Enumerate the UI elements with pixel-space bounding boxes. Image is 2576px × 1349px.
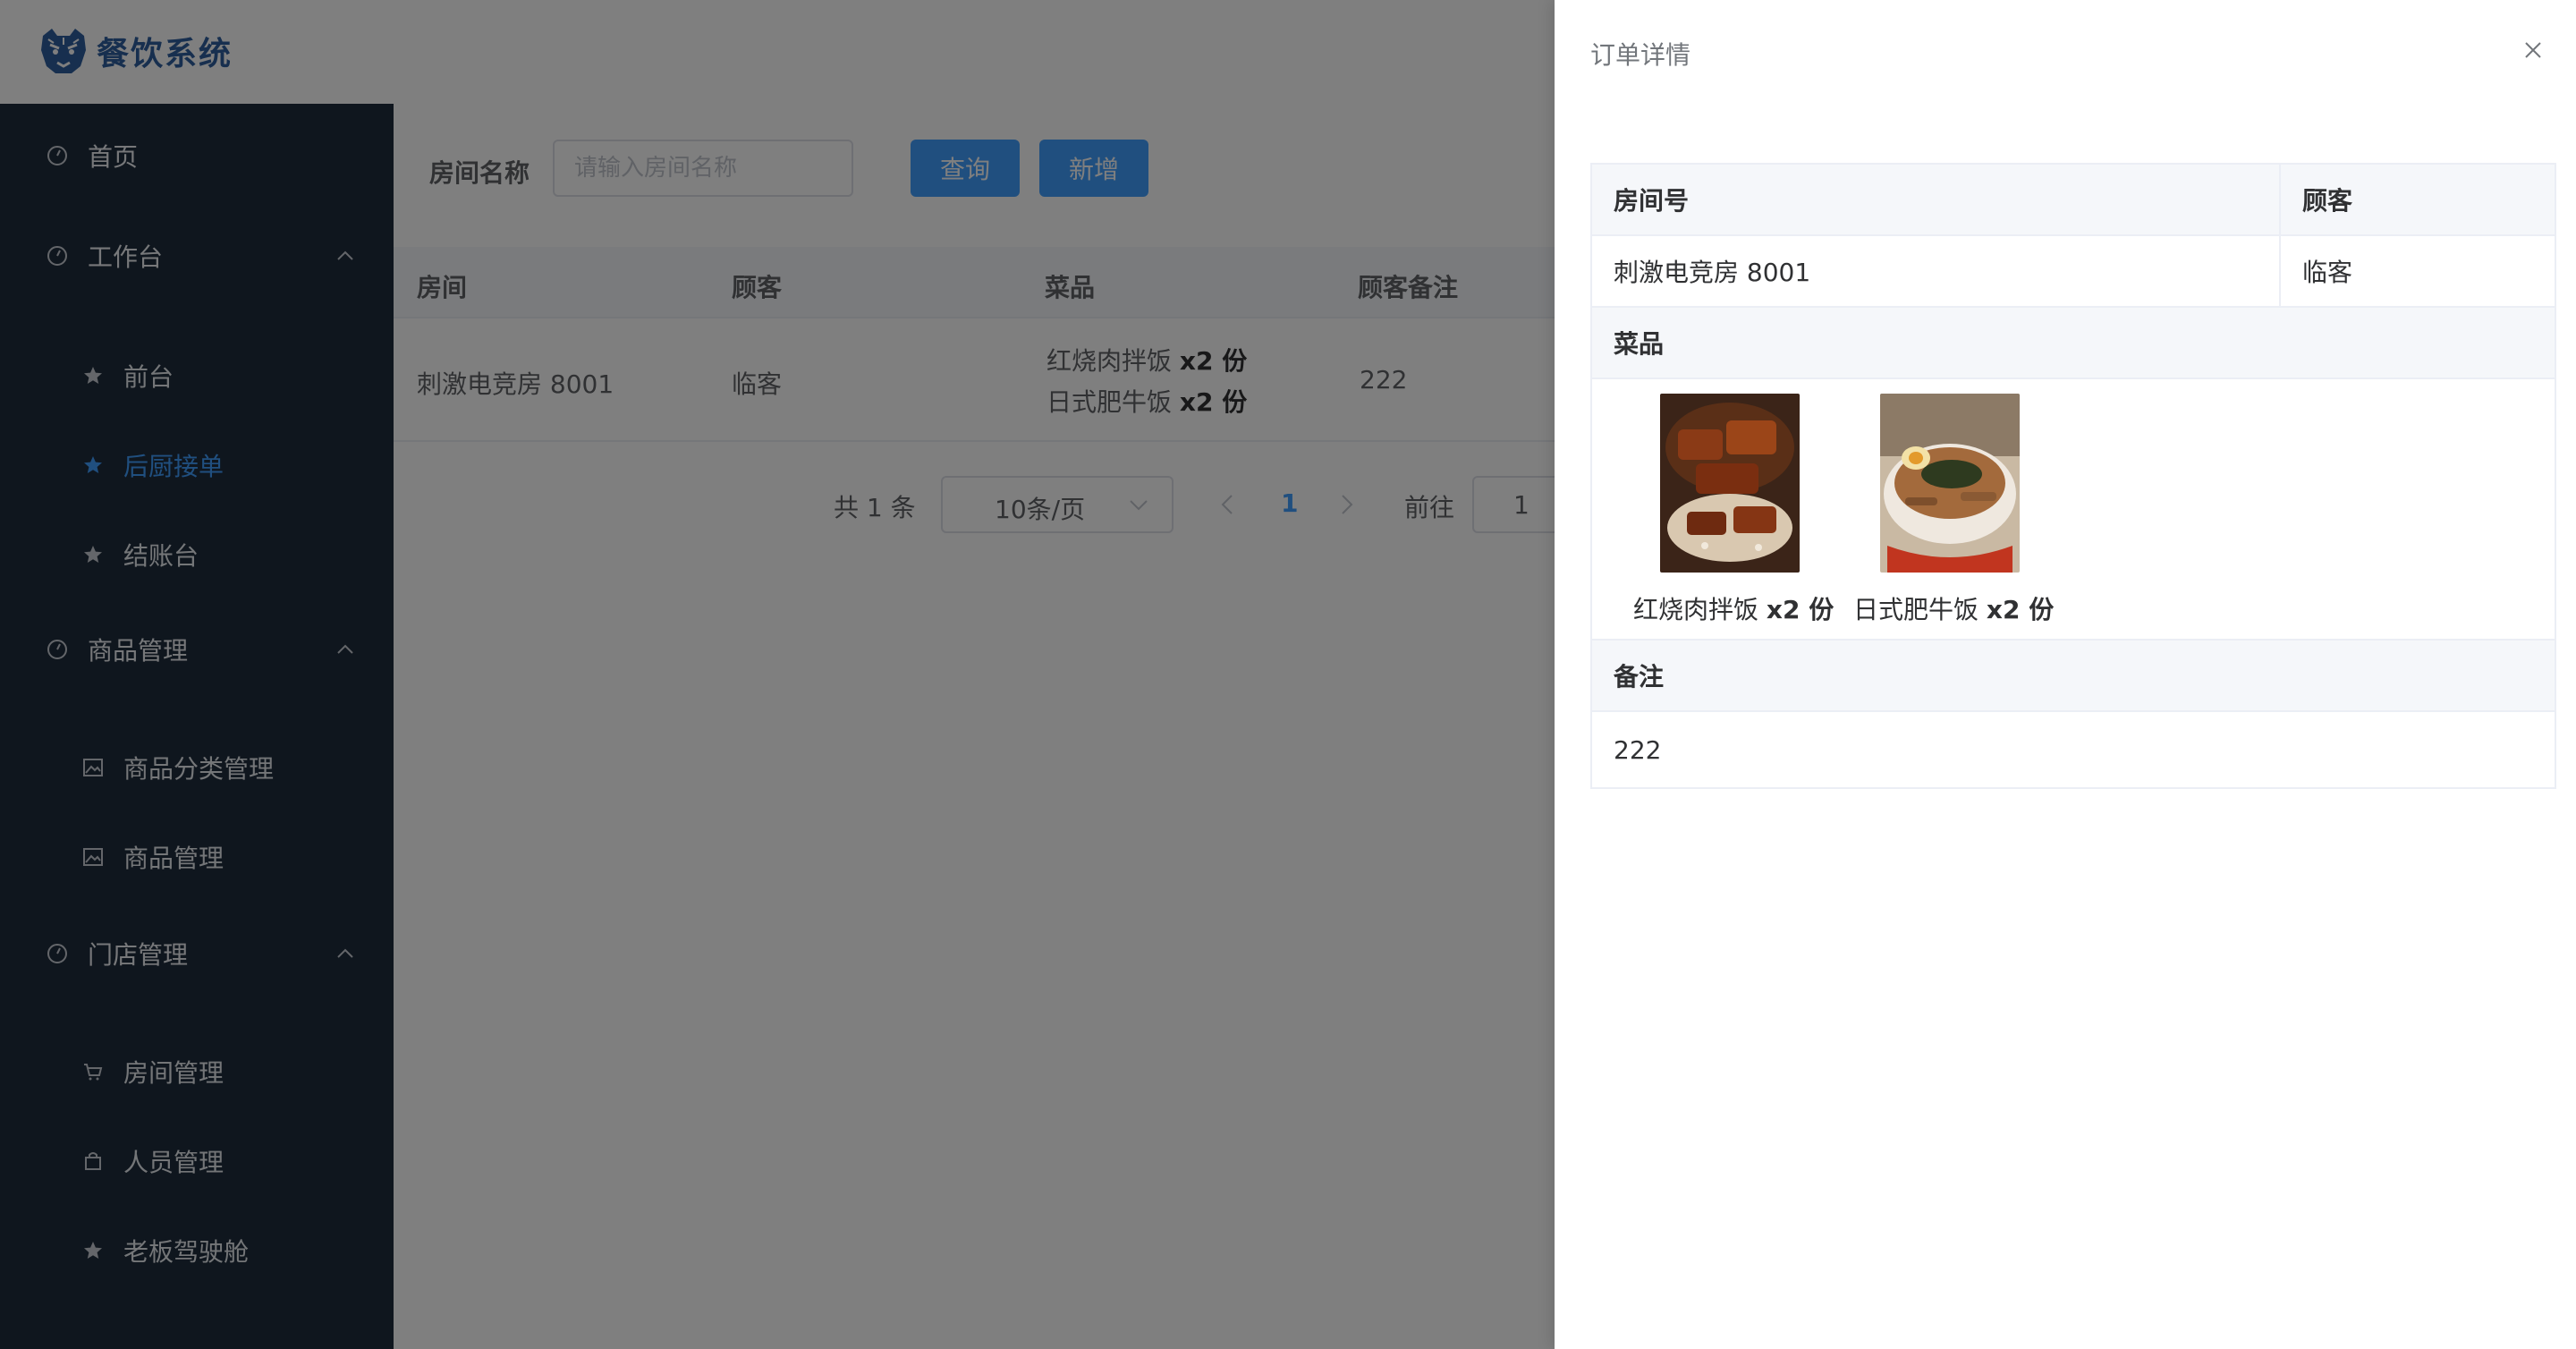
note-label: 备注	[1614, 662, 1665, 691]
dish-image-beef-rice	[1880, 394, 2020, 573]
customer-label: 顾客	[2302, 186, 2353, 216]
drawer-title: 订单详情	[1590, 40, 1691, 70]
desc-header-row: 房间号 顾客	[1592, 165, 2555, 236]
order-description-table: 房间号 顾客 刺激电竞房 8001 临客 菜品 红烧肉拌饭 x2 份 日式肥牛饭…	[1590, 163, 2556, 789]
order-detail-drawer: 订单详情 房间号 顾客 刺激电竞房 8001 临客 菜品 红烧肉拌饭 x2 份 …	[1555, 0, 2576, 1349]
dishes-label: 菜品	[1614, 329, 1665, 359]
dishes-label-row: 菜品	[1592, 308, 2555, 379]
note-value-row: 222	[1592, 712, 2555, 787]
dish-image-braised-pork	[1660, 394, 1800, 573]
note-label-row: 备注	[1592, 641, 2555, 712]
dish-card[interactable]: 红烧肉拌饭 x2 份	[1633, 394, 1857, 626]
dish-caption: 日式肥牛饭 x2 份	[1853, 590, 2054, 626]
close-icon[interactable]	[2524, 41, 2542, 59]
dish-caption: 红烧肉拌饭 x2 份	[1633, 590, 1834, 626]
dish-name: 红烧肉拌饭	[1633, 595, 1759, 624]
room-number-value: 刺激电竞房 8001	[1614, 258, 1811, 287]
dish-qty: x2 份	[1766, 595, 1835, 624]
room-number-label: 房间号	[1614, 186, 1690, 216]
note-value: 222	[1614, 734, 1662, 765]
desc-value-row: 刺激电竞房 8001 临客	[1592, 236, 2555, 308]
customer-value: 临客	[2302, 258, 2353, 287]
dish-card[interactable]: 日式肥牛饭 x2 份	[1853, 394, 2077, 626]
dish-name: 日式肥牛饭	[1853, 595, 1979, 624]
dish-qty: x2 份	[1986, 595, 2055, 624]
